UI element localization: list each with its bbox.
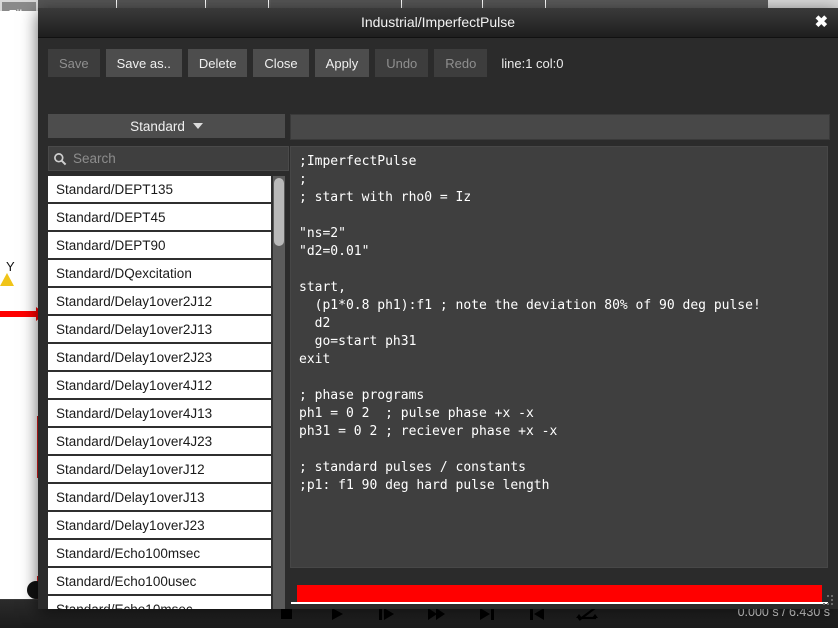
category-dropdown[interactable]: Standard: [48, 114, 285, 138]
step-forward-icon: [378, 607, 396, 621]
list-item[interactable]: Standard/Echo100usec: [48, 568, 271, 594]
list-item-label: Standard/Echo100msec: [56, 546, 200, 561]
list-items-container: Standard/DEPT135 Standard/DEPT45 Standard/…: [48, 176, 271, 609]
category-dropdown-label: Standard: [130, 119, 185, 134]
list-item[interactable]: Standard/Delay1over4J12: [48, 372, 271, 398]
skip-to-end-icon: [478, 607, 496, 621]
undo-button[interactable]: Undo: [375, 49, 428, 77]
list-scrollbar[interactable]: [273, 176, 285, 609]
skip-to-start-icon: [528, 607, 546, 621]
search-icon: [53, 152, 67, 166]
yellow-marker-icon: [0, 273, 14, 286]
list-item-label: Standard/Delay1overJ23: [56, 518, 205, 533]
list-item[interactable]: Standard/Echo10msec: [48, 596, 271, 609]
search-placeholder: Search: [73, 151, 116, 166]
pulse-program-list: Standard/DEPT135 Standard/DEPT45 Standard/…: [48, 176, 285, 609]
list-item-label: Standard/DEPT135: [56, 182, 173, 197]
apply-button[interactable]: Apply: [315, 49, 370, 77]
list-item-label: Standard/DEPT45: [56, 210, 166, 225]
play-icon: [329, 607, 345, 621]
list-item[interactable]: Standard/DQexcitation: [48, 260, 271, 286]
list-item[interactable]: Standard/DEPT45: [48, 204, 271, 230]
list-item-label: Standard/DEPT90: [56, 238, 166, 253]
list-item-label: Standard/Delay1overJ13: [56, 490, 205, 505]
list-item-label: Standard/DQexcitation: [56, 266, 192, 281]
pulse-program-editor-dialog: Industrial/ImperfectPulse ✖ Save Save as…: [38, 8, 838, 609]
screen-root: File Y: [0, 0, 838, 628]
list-item-label: Standard/Delay1overJ12: [56, 462, 205, 477]
list-item[interactable]: Standard/DEPT135: [48, 176, 271, 202]
code-editor[interactable]: ;ImperfectPulse ; ; start with rho0 = Iz…: [290, 146, 828, 568]
dialog-titlebar[interactable]: Industrial/ImperfectPulse ✖: [38, 8, 838, 38]
list-item[interactable]: Standard/Delay1over2J13: [48, 316, 271, 342]
cursor-position-status: line:1 col:0: [501, 56, 563, 71]
list-item[interactable]: Standard/Delay1over4J13: [48, 400, 271, 426]
list-item-label: Standard/Delay1over4J12: [56, 378, 212, 393]
list-item[interactable]: Standard/Delay1overJ13: [48, 484, 271, 510]
progress-bar: [291, 584, 828, 604]
dialog-toolbar: Save Save as.. Delete Close Apply Undo R…: [48, 48, 564, 78]
progress-bar-fill: [297, 585, 822, 602]
resize-grip[interactable]: [821, 595, 835, 607]
close-button[interactable]: Close: [253, 49, 308, 77]
stop-icon: [279, 607, 295, 621]
list-item-label: Standard/Delay1over4J23: [56, 434, 212, 449]
save-as-button[interactable]: Save as..: [106, 49, 182, 77]
list-item-label: Standard/Delay1over2J13: [56, 322, 212, 337]
close-icon[interactable]: ✖: [815, 8, 828, 37]
list-item[interactable]: Standard/Delay1overJ12: [48, 456, 271, 482]
search-input[interactable]: Search: [48, 146, 289, 171]
y-axis-label: Y: [6, 259, 15, 274]
save-button[interactable]: Save: [48, 49, 100, 77]
dialog-body: Save Save as.. Delete Close Apply Undo R…: [38, 38, 838, 609]
list-item-label: Standard/Delay1over4J13: [56, 406, 212, 421]
list-item[interactable]: Standard/Delay1over2J12: [48, 288, 271, 314]
list-scrollbar-thumb[interactable]: [274, 178, 284, 246]
list-item[interactable]: Standard/Delay1over4J23: [48, 428, 271, 454]
list-item-label: Standard/Delay1over2J12: [56, 294, 212, 309]
list-item[interactable]: Standard/Echo100msec: [48, 540, 271, 566]
list-item-label: Standard/Delay1over2J23: [56, 350, 212, 365]
program-name-field[interactable]: [290, 114, 830, 140]
chevron-down-icon: [193, 123, 203, 129]
list-item[interactable]: Standard/Delay1overJ23: [48, 512, 271, 538]
redo-button[interactable]: Redo: [434, 49, 487, 77]
list-item-label: Standard/Echo10msec: [56, 602, 193, 610]
list-item[interactable]: Standard/Delay1over2J23: [48, 344, 271, 370]
dialog-title: Industrial/ImperfectPulse: [38, 8, 838, 37]
list-item[interactable]: Standard/DEPT90: [48, 232, 271, 258]
delete-button[interactable]: Delete: [188, 49, 248, 77]
fast-forward-icon: [427, 607, 447, 621]
list-item-label: Standard/Echo100usec: [56, 574, 196, 589]
code-editor-content: ;ImperfectPulse ; ; start with rho0 = Iz…: [291, 147, 827, 501]
